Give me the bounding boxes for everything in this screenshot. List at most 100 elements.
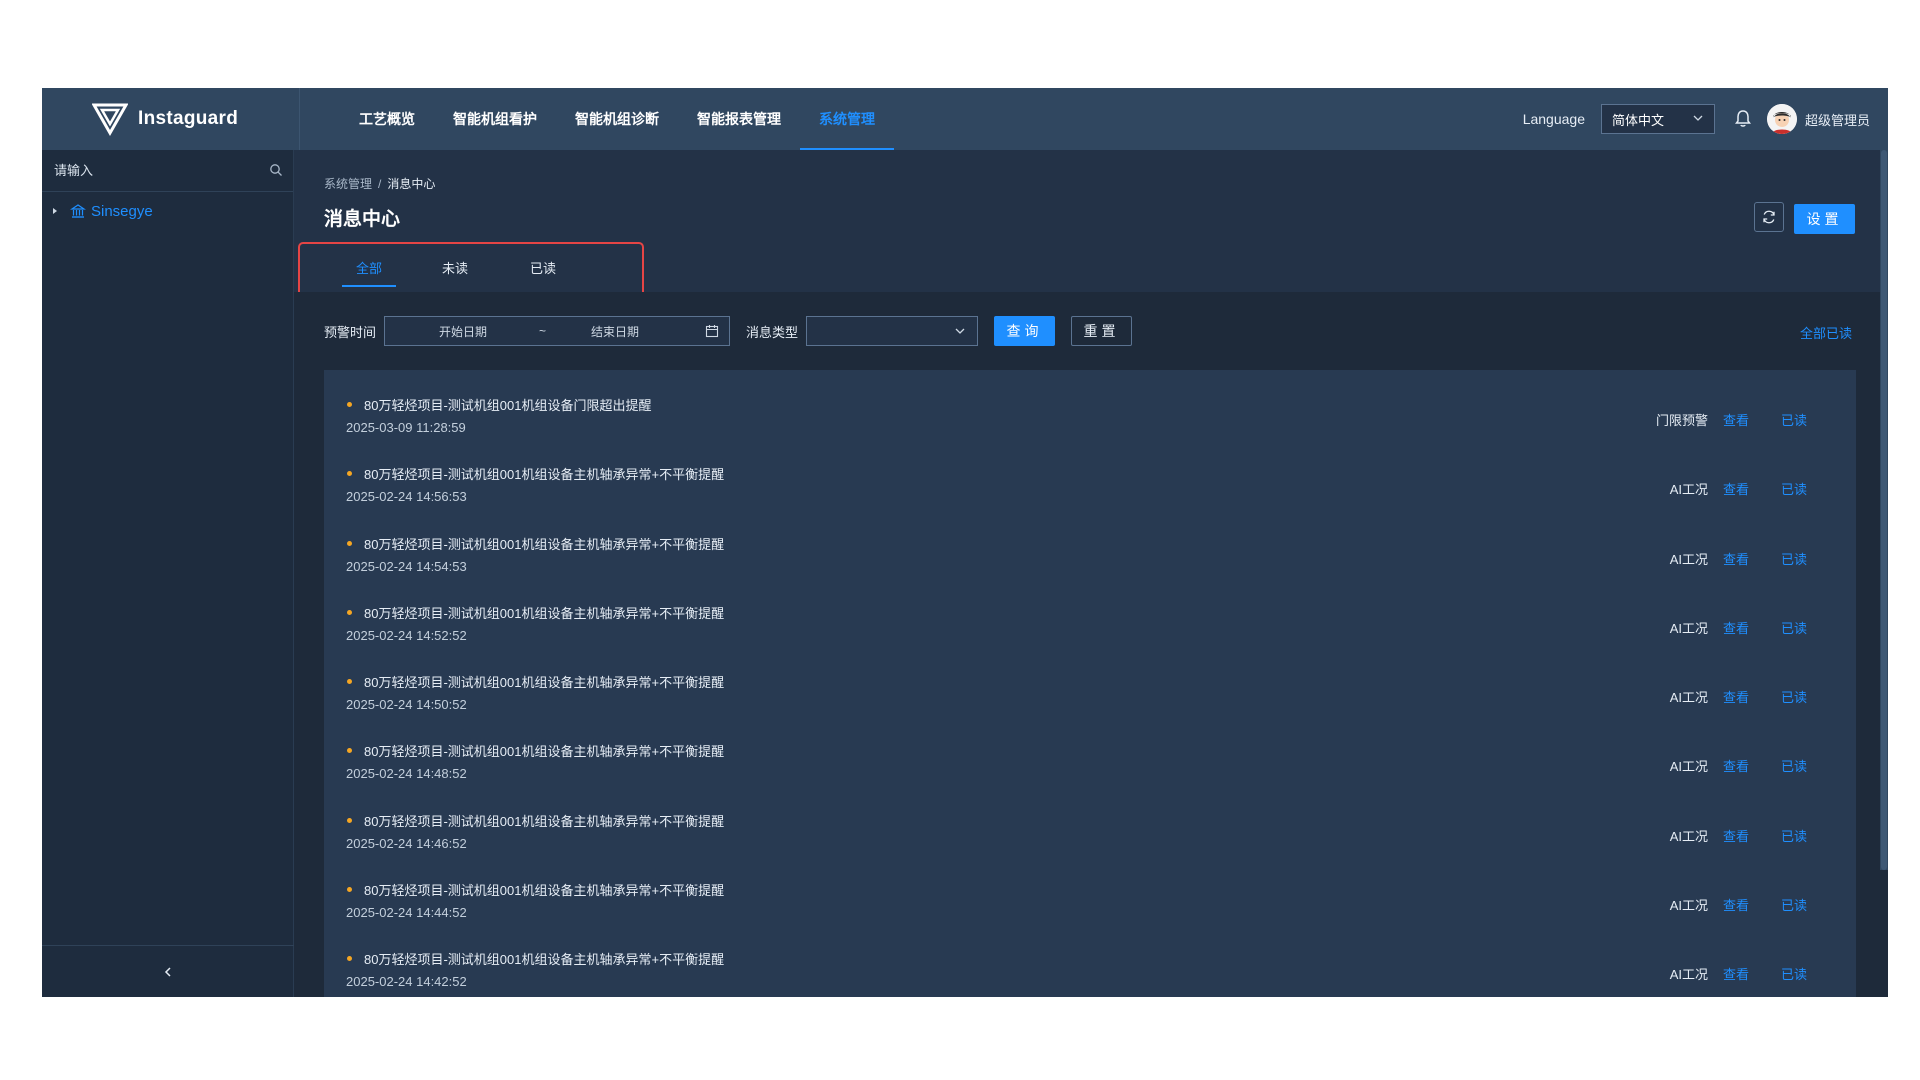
message-title: 80万轻烃项目-测试机组001机组设备主机轴承异常+不平衡提醒 (364, 744, 725, 760)
breadcrumb-current: 消息中心 (387, 177, 436, 191)
mark-read-link[interactable]: 已读 (1781, 479, 1807, 498)
message-type: 门限预警 (1655, 413, 1708, 428)
list-item: 80万轻烃项目-测试机组001机组设备主机轴承异常+不平衡提醒 2025-02-… (324, 875, 1856, 944)
mark-read-link[interactable]: 已读 (1781, 549, 1807, 568)
list-item: 80万轻烃项目-测试机组001机组设备主机轴承异常+不平衡提醒 2025-02-… (324, 459, 1856, 528)
message-title: 80万轻烃项目-测试机组001机组设备主机轴承异常+不平衡提醒 (364, 883, 725, 899)
tab-read[interactable]: 已读 (530, 258, 556, 287)
unread-dot-icon (347, 609, 352, 615)
sidebar-search (42, 150, 293, 192)
nav-item-system-management[interactable]: 系统管理 (800, 88, 894, 150)
breadcrumb: 系统管理 / 消息中心 (324, 175, 435, 192)
list-item: 80万轻烃项目-测试机组001机组设备主机轴承异常+不平衡提醒 2025-02-… (324, 944, 1856, 997)
brand-logo-icon (92, 103, 128, 136)
mark-read-link[interactable]: 已读 (1781, 618, 1807, 637)
brand-name: Instaguard (138, 108, 239, 129)
list-item: 80万轻烃项目-测试机组001机组设备主机轴承异常+不平衡提醒 2025-02-… (324, 529, 1856, 598)
list-item: 80万轻烃项目-测试机组001机组设备门限超出提醒 2025-03-09 11:… (324, 390, 1856, 459)
message-time: 2025-02-24 14:46:52 (346, 835, 467, 851)
nav-item-unit-diagnosis[interactable]: 智能机组诊断 (556, 88, 678, 150)
scrollbar[interactable] (1880, 150, 1888, 870)
sidebar-collapse-button[interactable] (42, 945, 294, 997)
user-name[interactable]: 超级管理员 (1805, 110, 1870, 129)
chevron-left-icon (164, 966, 171, 977)
message-time: 2025-02-24 14:54:53 (346, 558, 467, 574)
bell-icon[interactable] (1733, 109, 1753, 129)
start-date-input[interactable]: 开始日期 (439, 323, 487, 340)
mark-read-link[interactable]: 已读 (1781, 964, 1807, 983)
message-panel: 预警时间 开始日期 ~ 结束日期 消息类型 查询 重置 全部已读 80万轻烃项目… (294, 292, 1888, 997)
view-link[interactable]: 查看 (1723, 756, 1749, 775)
end-date-input[interactable]: 结束日期 (591, 323, 639, 340)
sidebar: Sinsegye (42, 150, 294, 997)
caret-right-icon[interactable] (50, 206, 60, 216)
view-link[interactable]: 查看 (1723, 826, 1749, 845)
unread-dot-icon (347, 540, 352, 546)
filter-bar: 预警时间 开始日期 ~ 结束日期 消息类型 查询 重置 (324, 316, 1133, 346)
mark-read-link[interactable]: 已读 (1781, 410, 1807, 429)
search-icon[interactable] (269, 163, 283, 177)
message-title: 80万轻烃项目-测试机组001机组设备主机轴承异常+不平衡提醒 (364, 952, 725, 968)
view-link[interactable]: 查看 (1723, 618, 1749, 637)
view-link[interactable]: 查看 (1723, 895, 1749, 914)
message-list: 80万轻烃项目-测试机组001机组设备门限超出提醒 2025-03-09 11:… (324, 370, 1856, 997)
top-header: Instaguard 工艺概览 智能机组看护 智能机组诊断 智能报表管理 系统管… (42, 88, 1888, 150)
calendar-icon (705, 325, 719, 338)
view-link[interactable]: 查看 (1723, 687, 1749, 706)
message-title: 80万轻烃项目-测试机组001机组设备主机轴承异常+不平衡提醒 (364, 536, 725, 552)
nav-item-process-overview[interactable]: 工艺概览 (340, 88, 434, 150)
date-range-picker[interactable]: 开始日期 ~ 结束日期 (384, 316, 731, 346)
alert-time-label: 预警时间 (324, 324, 377, 340)
message-title: 80万轻烃项目-测试机组001机组设备主机轴承异常+不平衡提醒 (364, 605, 725, 621)
language-select[interactable]: 简体中文 (1600, 104, 1715, 134)
mark-read-link[interactable]: 已读 (1781, 895, 1807, 914)
building-icon (70, 204, 86, 218)
message-type: AI工况 (1669, 967, 1708, 983)
page-title: 消息中心 (324, 209, 401, 230)
message-title: 80万轻烃项目-测试机组001机组设备主机轴承异常+不平衡提醒 (364, 467, 725, 483)
unread-dot-icon (347, 679, 352, 685)
view-link[interactable]: 查看 (1723, 410, 1749, 429)
unread-dot-icon (347, 887, 352, 893)
message-type: AI工况 (1669, 482, 1708, 498)
tab-all[interactable]: 全部 (341, 258, 397, 287)
tree-node-sinsegye[interactable]: Sinsegye (42, 196, 293, 226)
avatar[interactable] (1766, 104, 1797, 134)
list-item: 80万轻烃项目-测试机组001机组设备主机轴承异常+不平衡提醒 2025-02-… (324, 736, 1856, 805)
query-button[interactable]: 查询 (994, 316, 1056, 346)
view-link[interactable]: 查看 (1723, 479, 1749, 498)
view-link[interactable]: 查看 (1723, 964, 1749, 983)
message-title: 80万轻烃项目-测试机组001机组设备门限超出提醒 (364, 398, 652, 413)
unread-dot-icon (347, 956, 352, 962)
message-type: AI工况 (1669, 620, 1708, 636)
breadcrumb-separator: / (378, 177, 382, 191)
user-avatar-icon (1766, 104, 1797, 134)
message-type: AI工况 (1669, 828, 1708, 844)
message-title: 80万轻烃项目-测试机组001机组设备主机轴承异常+不平衡提醒 (364, 813, 725, 829)
message-time: 2025-02-24 14:50:52 (346, 697, 467, 713)
nav-item-unit-care[interactable]: 智能机组看护 (434, 88, 556, 150)
language-label: Language (1522, 111, 1585, 127)
refresh-button[interactable] (1754, 202, 1784, 232)
header-right: Language 简体中文 超级管理员 (1523, 88, 1870, 150)
unread-dot-icon (347, 748, 352, 754)
mark-all-read-link[interactable]: 全部已读 (1800, 323, 1852, 342)
list-item: 80万轻烃项目-测试机组001机组设备主机轴承异常+不平衡提醒 2025-02-… (324, 598, 1856, 667)
mark-read-link[interactable]: 已读 (1781, 756, 1807, 775)
settings-button[interactable]: 设置 (1794, 204, 1855, 234)
view-link[interactable]: 查看 (1723, 549, 1749, 568)
unread-dot-icon (347, 402, 352, 407)
language-select-value: 简体中文 (1611, 112, 1664, 128)
scrollbar-thumb[interactable] (1881, 150, 1887, 870)
reset-button[interactable]: 重置 (1071, 316, 1133, 346)
mark-read-link[interactable]: 已读 (1781, 826, 1807, 845)
message-type-select[interactable] (806, 316, 979, 346)
breadcrumb-parent[interactable]: 系统管理 (324, 177, 372, 191)
tab-unread[interactable]: 未读 (442, 258, 468, 287)
sidebar-search-input[interactable] (52, 162, 252, 179)
mark-read-link[interactable]: 已读 (1781, 687, 1807, 706)
brand[interactable]: Instaguard (42, 88, 300, 150)
nav-item-report-management[interactable]: 智能报表管理 (678, 88, 800, 150)
main-content: 系统管理 / 消息中心 消息中心 设置 全部 未读 已读 预警时间 开始日期 ~… (294, 150, 1888, 997)
message-type: AI工况 (1669, 759, 1708, 775)
